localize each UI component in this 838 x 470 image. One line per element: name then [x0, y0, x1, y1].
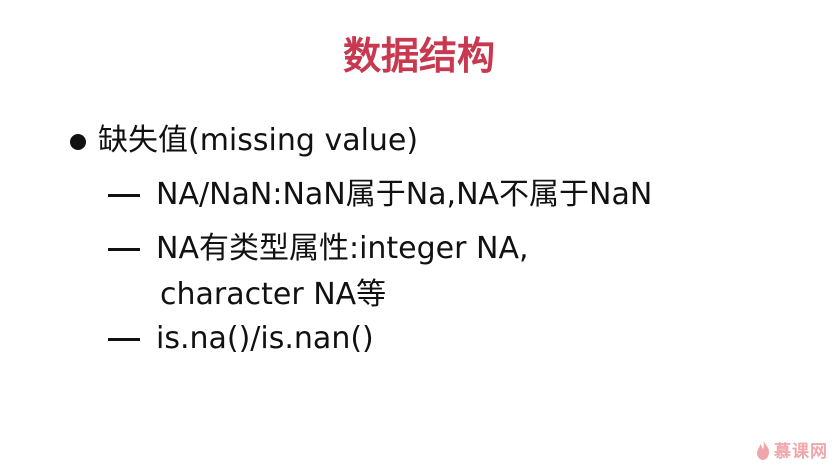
- sub-item-na-type-continuation: character NA等: [160, 277, 387, 312]
- watermark-text: 慕课网: [774, 442, 828, 462]
- sub-item-is-na: is.na()/is.nan(): [108, 318, 374, 360]
- sub-item-na-nan: NA/NaN:NaN属于Na,NA不属于NaN: [108, 174, 652, 216]
- bullet-text: 缺失值(missing value): [98, 123, 419, 158]
- flame-logo-icon: [754, 439, 772, 461]
- sub-item-na-type: NA有类型属性:integer NA,: [108, 228, 529, 270]
- bullet-item-missing-value: 缺失值(missing value): [70, 120, 418, 162]
- sub-item-text: is.na()/is.nan(): [156, 321, 374, 356]
- sub-item-text: NA有类型属性:integer NA,: [156, 231, 529, 266]
- slide: 数据结构 缺失值(missing value) NA/NaN:NaN属于Na,N…: [0, 0, 838, 470]
- dash-icon: [108, 337, 140, 341]
- sub-item-text: NA/NaN:NaN属于Na,NA不属于NaN: [156, 177, 653, 212]
- watermark-logo: 慕课网: [754, 437, 828, 462]
- bullet-dot-icon: [70, 134, 86, 150]
- slide-title: 数据结构: [342, 34, 495, 78]
- dash-icon: [108, 247, 140, 251]
- dash-icon: [108, 193, 140, 197]
